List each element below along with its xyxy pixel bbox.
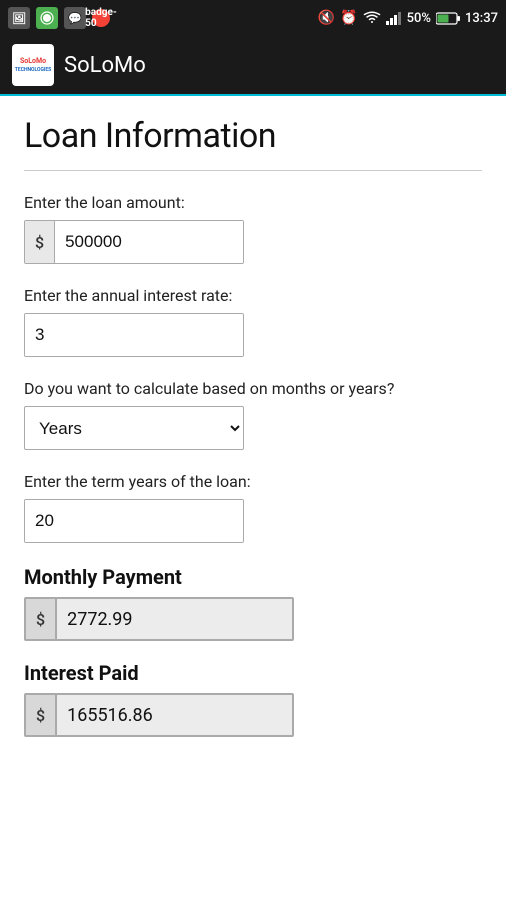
interest-paid-value: 165516.86 <box>57 695 292 735</box>
interest-paid-section: Interest Paid $ 165516.86 <box>24 661 482 737</box>
term-input[interactable] <box>25 500 244 542</box>
interest-rate-input[interactable] <box>25 314 244 356</box>
mute-icon: 🔇 <box>318 10 335 26</box>
interest-rate-label: Enter the annual interest rate: <box>24 286 482 305</box>
interest-paid-prefix: $ <box>26 695 57 735</box>
wifi-icon <box>363 11 381 25</box>
loan-amount-label: Enter the loan amount: <box>24 193 482 212</box>
status-icons: 🖼 💬 badge-50 <box>8 7 110 29</box>
app-bar-title: SoLoMo <box>64 53 146 78</box>
term-label: Enter the term years of the loan: <box>24 472 482 491</box>
monthly-payment-section: Monthly Payment $ 2772.99 <box>24 565 482 641</box>
interest-paid-label: Interest Paid <box>24 661 482 685</box>
image-notification-icon: 🖼 <box>8 7 30 29</box>
app-bar: SoLoMoTECHNOLOGIES SoLoMo <box>0 36 506 96</box>
term-input-container: Years <box>24 499 244 543</box>
monthly-payment-field: $ 2772.99 <box>24 597 294 641</box>
app-logo: SoLoMoTECHNOLOGIES <box>12 44 54 86</box>
calc-type-group: Do you want to calculate based on months… <box>24 379 482 450</box>
term-group: Enter the term years of the loan: Years <box>24 472 482 543</box>
loan-amount-group: Enter the loan amount: $ <box>24 193 482 264</box>
sms-notification-icon: 💬 <box>64 7 86 29</box>
battery-icon <box>436 12 460 25</box>
loan-amount-prefix: $ <box>25 221 55 263</box>
loan-amount-input[interactable] <box>55 221 244 263</box>
badge-50: badge-50 <box>92 9 110 27</box>
loan-amount-input-container: $ <box>24 220 244 264</box>
calc-type-select[interactable]: Years Months <box>24 406 244 450</box>
status-bar: 🖼 💬 badge-50 🔇 ⏰ 5 <box>0 0 506 36</box>
monthly-payment-prefix: $ <box>26 599 57 639</box>
interest-rate-group: Enter the annual interest rate: % <box>24 286 482 357</box>
battery-percent: 50% <box>407 11 431 26</box>
interest-paid-field: $ 165516.86 <box>24 693 294 737</box>
monthly-payment-label: Monthly Payment <box>24 565 482 589</box>
main-content: Loan Information Enter the loan amount: … <box>0 96 506 787</box>
interest-rate-input-container: % <box>24 313 244 357</box>
whatsapp-notification-icon <box>36 7 58 29</box>
calc-type-label: Do you want to calculate based on months… <box>24 379 482 398</box>
status-right: 🔇 ⏰ 50% 13:37 <box>318 10 498 26</box>
monthly-payment-value: 2772.99 <box>57 599 292 639</box>
page-title: Loan Information <box>24 116 482 156</box>
alarm-icon: ⏰ <box>340 10 357 26</box>
divider <box>24 170 482 171</box>
signal-icon <box>386 11 402 25</box>
time-display: 13:37 <box>465 11 498 26</box>
